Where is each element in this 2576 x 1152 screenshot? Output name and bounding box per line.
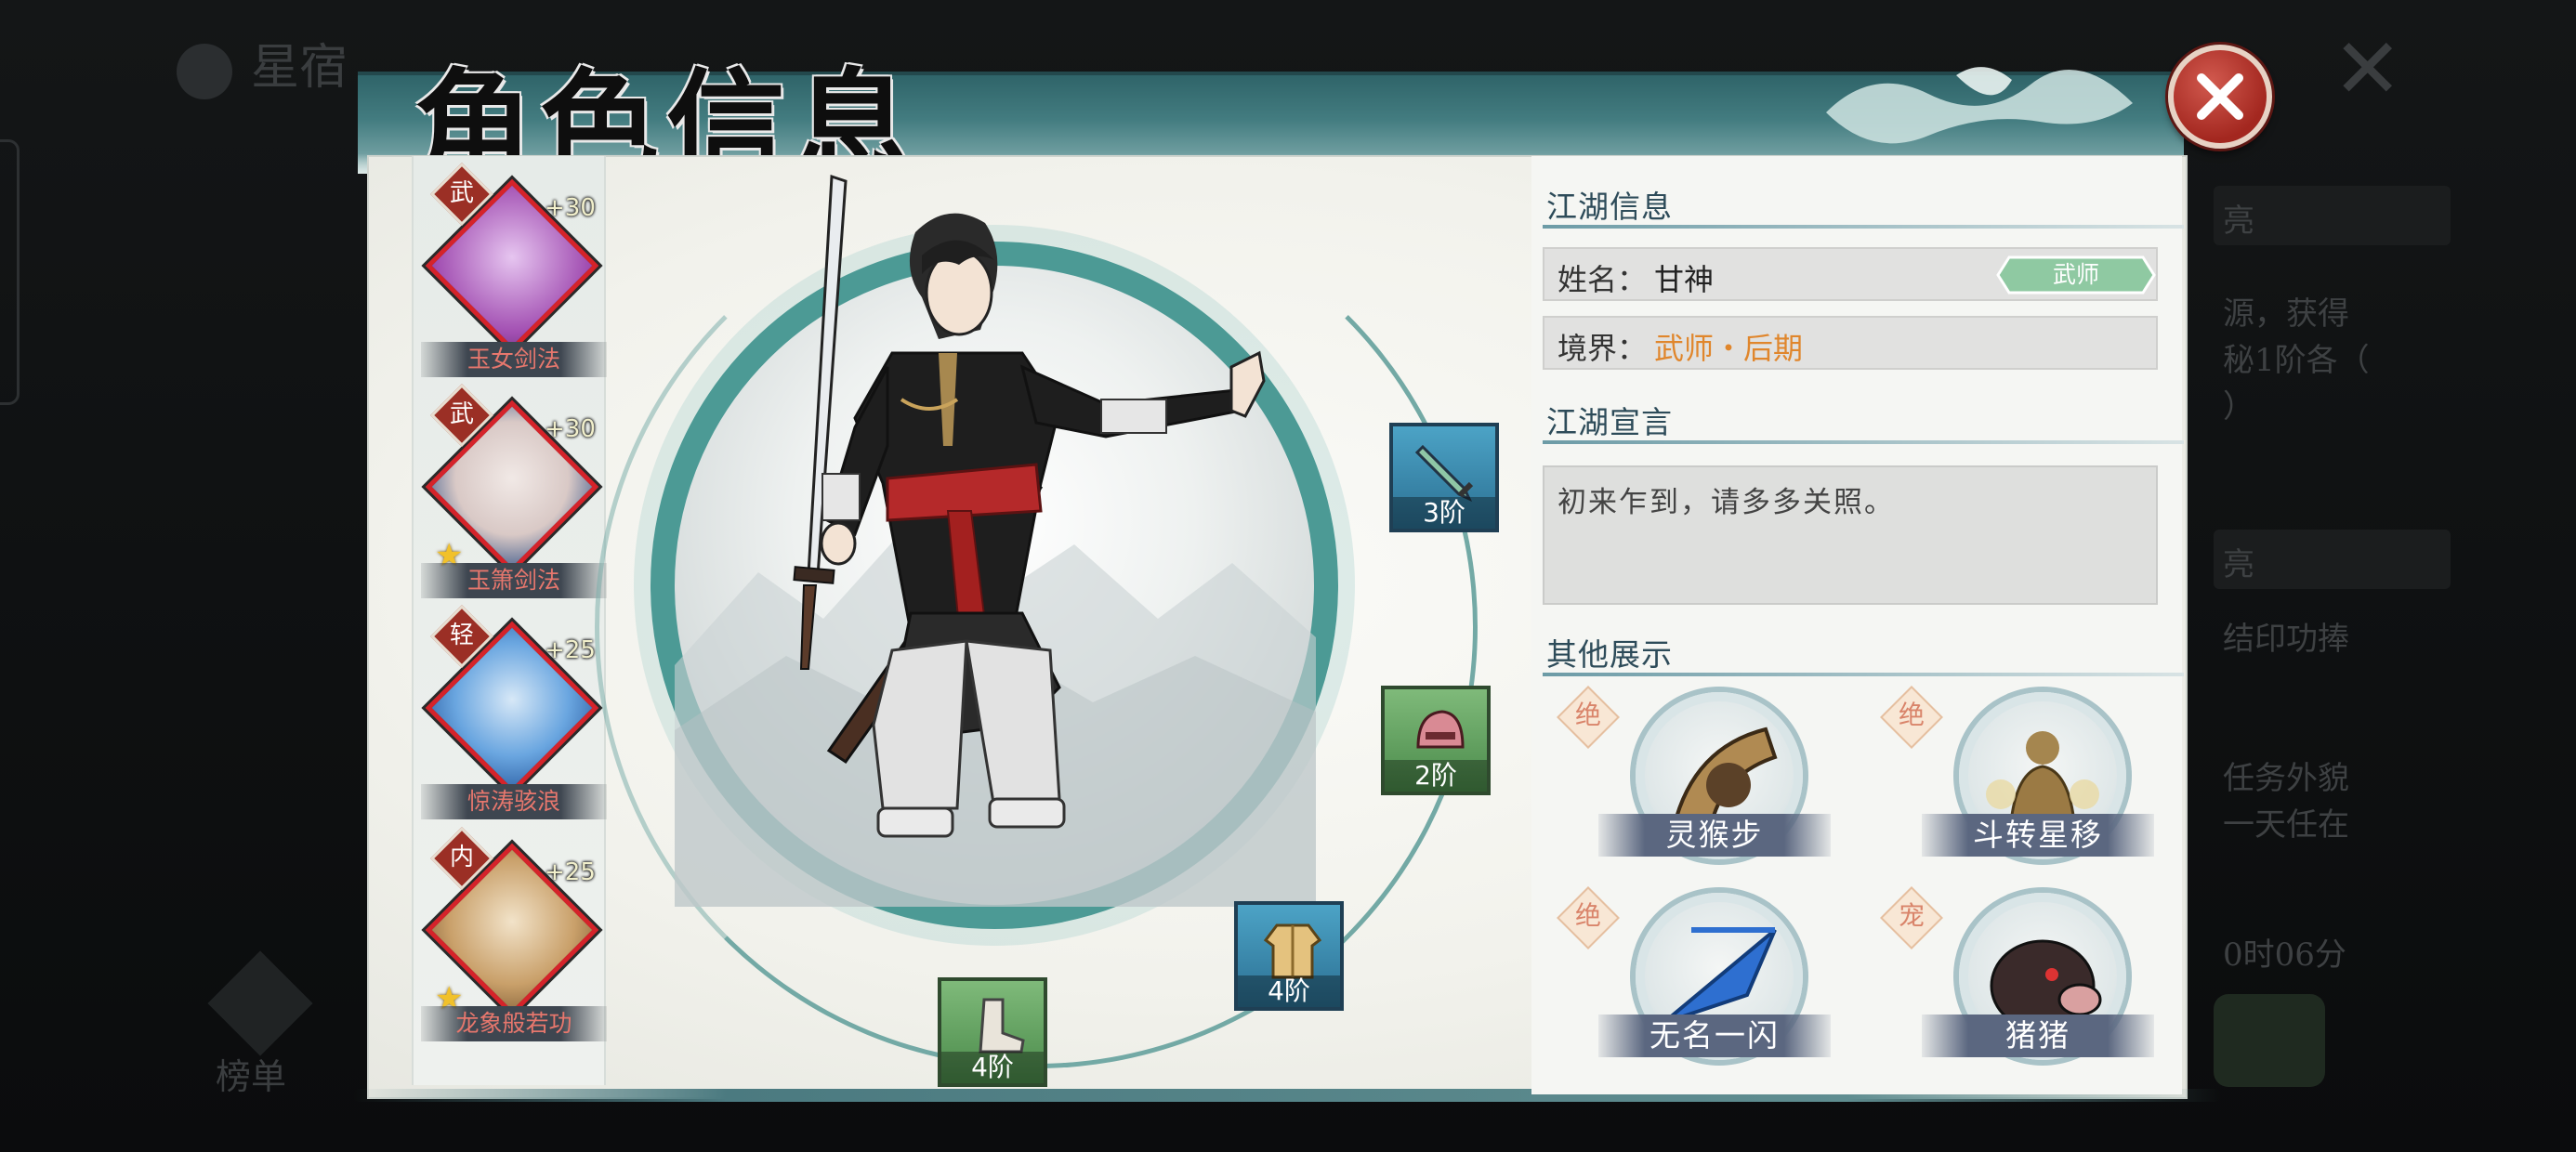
skill-slot-3[interactable]: 轻 +25 惊涛骇浪 [416,605,611,828]
equipment-tier-label: 2阶 [1385,760,1487,792]
equipment-tier-label: 4阶 [1238,975,1340,1007]
name-label: 姓名： [1557,262,1648,297]
skill-bonus: +25 [545,636,596,664]
skill-type-label: 内 [449,844,474,871]
motto-text: 初来乍到，请多多关照。 [1557,486,1895,519]
background-rank-icon [207,950,313,1056]
showcase-item-2[interactable]: 绝 斗转星移 [1880,686,2154,873]
background-text: 一天任在 [2223,806,2349,844]
skill-slot-1[interactable]: 武 +30 玉女剑法 [416,163,611,386]
section-divider [1543,673,2184,676]
background-text: 亮 [2223,203,2254,240]
skill-bonus: +25 [545,858,596,886]
realm-field: 境界： 武师・后期 [1543,316,2158,370]
equipment-helmet-slot[interactable]: 2阶 [1381,686,1491,795]
showcase-item-3[interactable]: 绝 无名一闪 [1557,886,1831,1074]
skill-slot-4[interactable]: 内 +25 ★ 龙象般若功 [416,827,611,1050]
showcase-tag-label: 绝 [1574,900,1601,931]
skill-name: 玉女剑法 [467,346,560,373]
equipment-boots-slot[interactable]: 4阶 [938,977,1047,1087]
showcase-item-4[interactable]: 宠 猪猪 [1880,886,2154,1074]
background-top-text: 星宿 [251,40,348,96]
skill-bonus: +30 [545,415,596,443]
helmet-icon [1416,710,1465,749]
equipment-weapon-slot[interactable]: 3阶 [1389,423,1499,532]
skill-name: 惊涛骇浪 [467,788,560,815]
background-left-tab [0,139,20,405]
skill-name: 玉箫剑法 [467,567,560,594]
realm-value: 武师・后期 [1654,331,1804,366]
ink-cloud-decoration-icon [1826,67,2133,144]
equipment-tier-label: 4阶 [941,1052,1044,1083]
background-text: 结印功捧 [2223,621,2349,658]
motto-box: 初来乍到，请多多关照。 [1543,465,2158,605]
background-text: 源，获得 [2223,295,2349,333]
skill-type-label: 武 [449,179,474,207]
showcase-name: 猪猪 [2005,1017,2070,1054]
equipment-tier-label: 3阶 [1393,497,1495,529]
showcase-name: 斗转星移 [1973,817,2103,853]
skill-type-label: 轻 [449,622,474,649]
realm-label: 境界： [1557,331,1648,366]
background-close-icon: ✕ [2333,20,2403,118]
equipment-armor-slot[interactable]: 4阶 [1234,901,1344,1011]
sword-icon [1414,444,1474,503]
background-text: 亮 [2223,546,2254,583]
showcase-name: 无名一闪 [1649,1017,1780,1054]
showcase-item-1[interactable]: 绝 灵猴步 [1557,686,1831,873]
showcase-tag-label: 宠 [1898,900,1925,931]
background-rank-button: 榜单 [195,950,316,1097]
showcase-name: 灵猴步 [1665,817,1764,853]
showcase-tag-label: 绝 [1574,700,1601,730]
section-divider [1543,225,2184,229]
background-text: 任务外貌 [2223,760,2349,797]
boots-icon [979,998,1025,1054]
close-button[interactable] [2168,45,2272,149]
skill-type-label: 武 [449,400,474,428]
background-button [2214,994,2325,1087]
skill-name: 龙象般若功 [455,1010,572,1037]
section-title-motto: 江湖宣言 [1546,404,1673,440]
background-text: 秘1阶各（ [2223,342,2370,379]
skill-slot-2[interactable]: 武 +30 ★ 玉箫剑法 [416,384,611,607]
background-top-title: 星宿 [177,28,348,99]
name-value: 甘神 [1654,262,1715,297]
close-icon [2197,73,2243,120]
section-title-other: 其他展示 [1546,636,1673,673]
section-divider [1543,440,2184,444]
background-text: ） [2223,388,2254,425]
background-coin-icon [177,43,232,99]
background-right-panel: 亮 源，获得 秘1阶各（ ） 亮 结印功捧 任务外貌 一天任在 0时06分 [2214,158,2455,1087]
rank-badge-label: 武师 [2052,261,2099,288]
background-rank-label: 榜单 [216,1056,287,1097]
background-text: 0时06分 [2223,936,2346,974]
section-title-jianghu: 江湖信息 [1546,189,1673,225]
skill-bonus: +30 [545,194,596,222]
showcase-tag-label: 绝 [1898,700,1925,730]
armor-icon [1263,923,1322,979]
character-portrait [793,174,1266,838]
